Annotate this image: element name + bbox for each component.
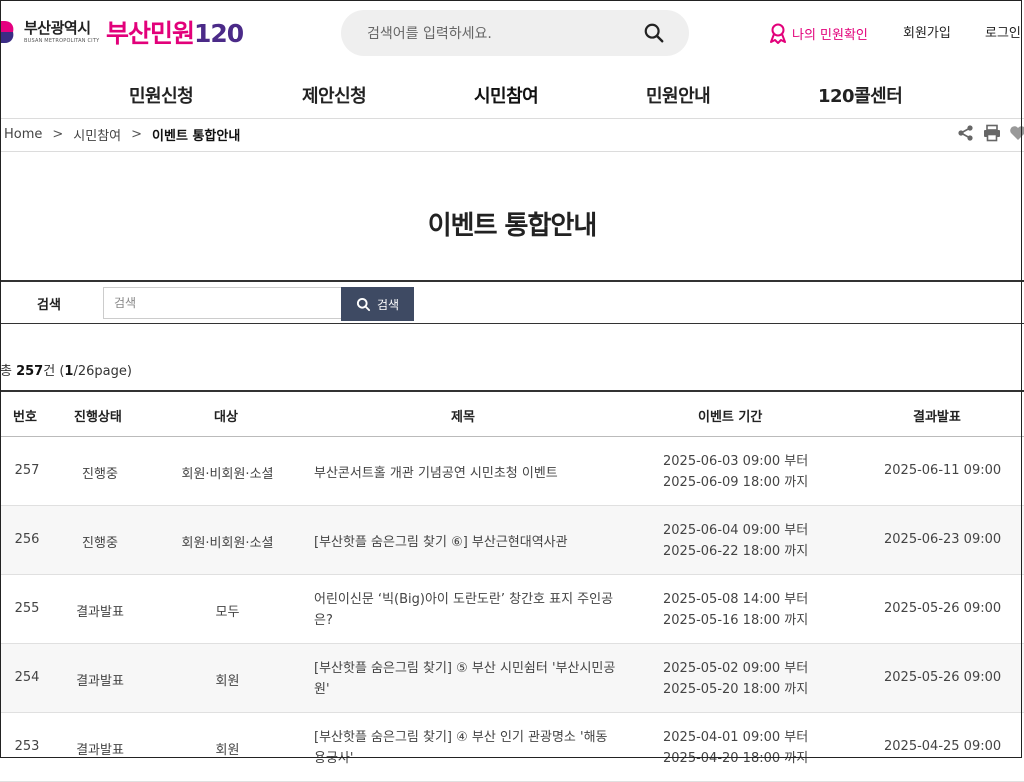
main-navigation: 민원신청 제안신청 시민참여 민원안내 120콜센터: [0, 76, 1024, 116]
breadcrumb-divider: [0, 151, 1024, 152]
page-tools: [957, 124, 1024, 142]
row-number: 256: [14, 532, 40, 547]
row-target: 회원·비회원·소셜: [181, 467, 274, 482]
row-period-start: 2025-04-01 09:00 부터: [663, 730, 809, 745]
board-search-input[interactable]: [103, 287, 343, 319]
result-count-prefix: 총: [0, 364, 17, 379]
row-period: 2025-06-04 09:00 부터 2025-06-22 18:00 까지: [663, 520, 808, 562]
row-number: 257: [14, 463, 40, 478]
board-search-label: 검색: [37, 298, 61, 313]
column-header-result: 결과발표: [913, 410, 961, 425]
table-row[interactable]: 256 진행중 회원·비회원·소셜 [부산핫플 숨은그림 찾기 ⑥] 부산근현대…: [0, 506, 1024, 575]
row-period: 2025-05-02 09:00 부터 2025-05-20 18:00 까지: [663, 658, 808, 700]
nav-item-proposal-apply[interactable]: 제안신청: [302, 82, 367, 108]
row-title-link[interactable]: 어린이신문 ‘빅(Big)아이 도란도란’ 창간호 표지 주인공은?: [314, 589, 619, 631]
row-result-date: 2025-05-26 09:00: [884, 670, 1002, 685]
row-title-link[interactable]: [부산핫플 숨은그림 찾기] ⑤ 부산 시민쉼터 '부산시민공원': [314, 658, 619, 700]
row-result-date: 2025-04-25 09:00: [884, 739, 1002, 754]
breadcrumb-current: 이벤트 통합안내: [152, 129, 241, 144]
nav-item-complaint-apply[interactable]: 민원신청: [129, 82, 194, 108]
brand-text-main: 부산민원: [106, 19, 195, 48]
result-count-number: 257: [16, 364, 44, 379]
table-header-row: 번호 진행상태 대상 제목 이벤트 기간 결과발표: [0, 390, 1024, 437]
breadcrumb: Home > 시민참여 > 이벤트 통합안내: [4, 125, 240, 144]
column-header-status: 진행상태: [74, 410, 122, 425]
row-title-link[interactable]: [부산핫플 숨은그림 찾기] ④ 부산 인기 관광명소 '해동용궁사': [314, 727, 619, 769]
breadcrumb-separator: >: [52, 127, 64, 142]
breadcrumb-citizen-participation[interactable]: 시민참여: [73, 125, 121, 144]
print-icon[interactable]: [983, 124, 1001, 142]
row-period: 2025-04-01 09:00 부터 2025-04-20 18:00 까지: [663, 727, 808, 769]
table-row[interactable]: 253 결과발표 회원 [부산핫플 숨은그림 찾기] ④ 부산 인기 관광명소 …: [0, 713, 1024, 782]
busan-city-logo[interactable]: 부산광역시 BUSAN METROPOLITAN CITY: [0, 14, 99, 50]
row-period-end: 2025-05-16 18:00 까지: [663, 613, 809, 628]
board-search-bar: 검색 검색: [0, 280, 1024, 324]
service-brand-logo[interactable]: 부산민원120: [106, 14, 244, 50]
breadcrumb-home[interactable]: Home: [4, 127, 42, 142]
city-name: 부산광역시: [24, 18, 91, 37]
my-complaint-check-link[interactable]: 나의 민원확인: [768, 22, 868, 44]
row-period-start: 2025-05-02 09:00 부터: [663, 661, 809, 676]
row-target: 회원: [215, 674, 240, 689]
page-title: 이벤트 통합안내: [427, 211, 598, 241]
row-status: 결과발표: [76, 743, 124, 758]
column-header-period: 이벤트 기간: [698, 410, 763, 425]
global-search-box: [341, 10, 689, 56]
row-status: 결과발표: [76, 674, 124, 689]
nav-item-complaint-guide[interactable]: 민원안내: [646, 82, 711, 108]
search-icon[interactable]: [643, 22, 665, 44]
search-icon: [356, 297, 371, 311]
global-search-input[interactable]: [365, 23, 629, 45]
brand-text-number: 120: [194, 19, 244, 48]
board-search-button-label: 검색: [376, 297, 400, 312]
row-result-date: 2025-05-26 09:00: [884, 601, 1002, 616]
row-title-link[interactable]: [부산핫플 숨은그림 찾기 ⑥] 부산근현대역사관: [314, 532, 619, 553]
row-target: 회원: [215, 743, 240, 758]
row-period-end: 2025-04-20 18:00 까지: [663, 751, 809, 766]
row-period-end: 2025-06-22 18:00 까지: [663, 544, 809, 559]
row-period-end: 2025-05-20 18:00 까지: [663, 682, 809, 697]
column-header-target: 대상: [214, 410, 238, 425]
nav-item-citizen-participation[interactable]: 시민참여: [474, 82, 539, 108]
row-number: 255: [14, 601, 40, 616]
row-result-date: 2025-06-11 09:00: [884, 463, 1002, 478]
my-complaint-check-label: 나의 민원확인: [792, 27, 868, 43]
result-count: 총 257건 (1/26page): [0, 360, 132, 379]
row-status: 진행중: [82, 467, 118, 482]
busan-logo-mark-icon: [0, 19, 18, 45]
login-link[interactable]: 로그인: [985, 22, 1021, 41]
row-period-start: 2025-06-04 09:00 부터: [663, 523, 809, 538]
table-row[interactable]: 257 진행중 회원·비회원·소셜 부산콘서트홀 개관 기념공연 시민초청 이벤…: [0, 437, 1024, 506]
row-period: 2025-05-08 14:00 부터 2025-05-16 18:00 까지: [663, 589, 808, 631]
row-number: 253: [14, 739, 40, 754]
row-period-end: 2025-06-09 18:00 까지: [663, 475, 809, 490]
heart-icon[interactable]: [1009, 124, 1024, 142]
table-row[interactable]: 254 결과발표 회원 [부산핫플 숨은그림 찾기] ⑤ 부산 시민쉼터 '부산…: [0, 644, 1024, 713]
breadcrumb-separator: >: [131, 127, 143, 142]
column-header-title: 제목: [451, 410, 475, 425]
table-row[interactable]: 255 결과발표 모두 어린이신문 ‘빅(Big)아이 도란도란’ 창간호 표지…: [0, 575, 1024, 644]
board-search-button[interactable]: 검색: [341, 287, 414, 321]
row-target: 회원·비회원·소셜: [181, 536, 274, 551]
nav-item-120-call-center[interactable]: 120콜센터: [818, 82, 903, 108]
total-pages: /26page): [73, 364, 132, 379]
event-table: 번호 진행상태 대상 제목 이벤트 기간 결과발표 257 진행중 회원·비회원…: [0, 390, 1024, 782]
row-number: 254: [14, 670, 40, 685]
row-status: 진행중: [82, 536, 118, 551]
result-count-unit: 건 (: [43, 364, 65, 379]
join-link[interactable]: 회원가입: [903, 22, 951, 41]
site-header: 부산광역시 BUSAN METROPOLITAN CITY 부산민원120 나의…: [0, 0, 1024, 64]
person-ribbon-icon: [770, 23, 786, 44]
city-subtitle: BUSAN METROPOLITAN CITY: [24, 37, 100, 44]
row-period-start: 2025-06-03 09:00 부터: [663, 454, 809, 469]
row-period-start: 2025-05-08 14:00 부터: [663, 592, 809, 607]
share-icon[interactable]: [957, 124, 975, 142]
column-header-number: 번호: [13, 410, 37, 425]
row-status: 결과발표: [76, 605, 124, 620]
nav-divider: [0, 118, 1024, 119]
row-title-link[interactable]: 부산콘서트홀 개관 기념공연 시민초청 이벤트: [314, 463, 619, 484]
row-period: 2025-06-03 09:00 부터 2025-06-09 18:00 까지: [663, 451, 808, 493]
row-result-date: 2025-06-23 09:00: [884, 532, 1002, 547]
row-target: 모두: [215, 605, 240, 620]
